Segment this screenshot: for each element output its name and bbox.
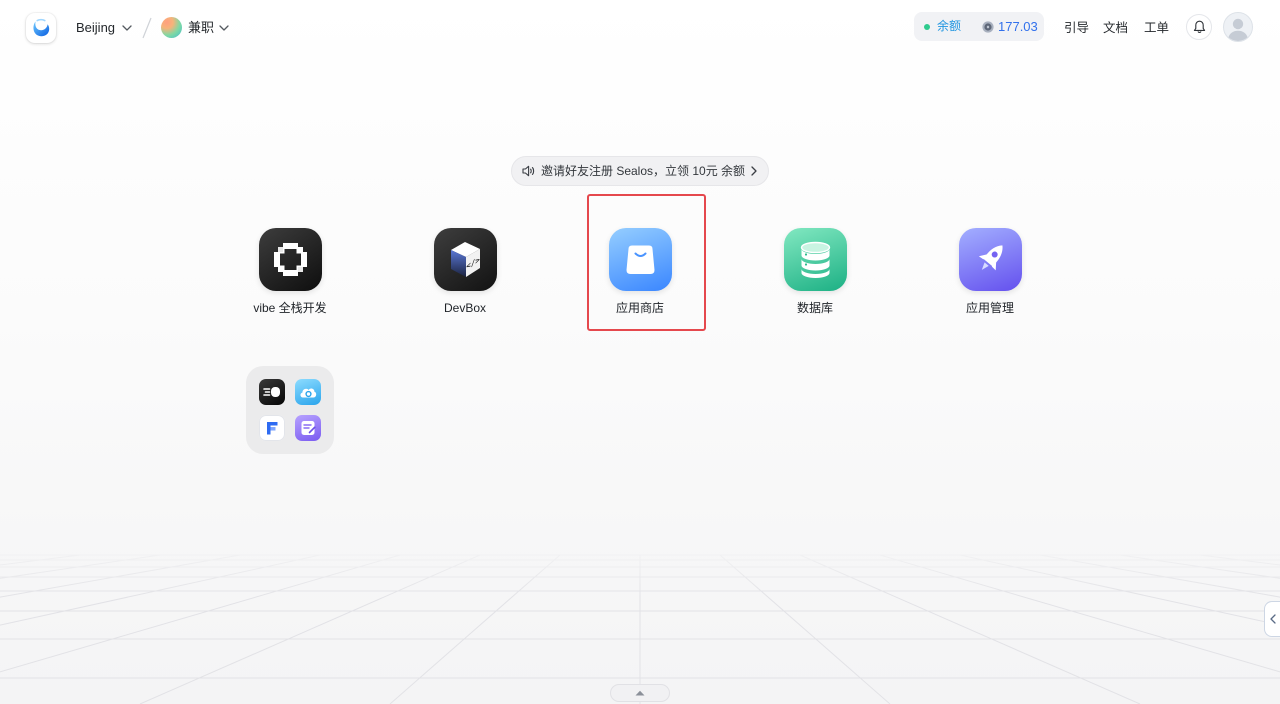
app-label: 数据库 [796,301,833,315]
balance-value: 177.03 [998,18,1038,34]
app-label: 应用管理 [965,301,1014,315]
app-label: DevBox [443,301,487,315]
speaker-icon [522,165,535,177]
workspace-avatar[interactable] [161,17,182,38]
sealos-logo[interactable] [26,13,56,43]
app-folder[interactable] [246,366,334,454]
vibe-icon [258,228,322,291]
dock-toggle[interactable] [610,684,670,702]
app-vibe[interactable]: vibe 全栈开发 [230,228,350,317]
cloud-icon [295,379,321,405]
app-launchpad-icon [958,228,1022,291]
region-selector[interactable]: Beijing [76,19,115,37]
announcement-text: 邀请好友注册 Sealos，立领 10元 余额 [541,164,746,178]
balance-badge[interactable]: 余额 177.03 [914,12,1044,41]
workspace-selector[interactable]: 兼职 [188,19,214,37]
caret-up-icon [635,690,645,696]
notifications-button[interactable] [1186,14,1212,40]
app-database[interactable]: 数据库 [755,228,875,317]
balance-label: 余额 [937,19,962,33]
app-devbox[interactable]: </> DevBox [405,228,525,317]
f-logo-icon [259,415,285,441]
app-store[interactable]: 应用商店 [580,194,706,331]
breadcrumb-divider [142,17,152,39]
app-label: 应用商店 [615,301,664,315]
user-avatar-icon [1227,18,1249,41]
app-launchpad[interactable]: 应用管理 [930,228,1050,317]
database-icon [783,228,847,291]
chevron-left-icon [1269,614,1276,624]
nav-tickets[interactable]: 工单 [1144,19,1169,37]
nav-docs[interactable]: 文档 [1103,19,1128,37]
status-dot [924,23,930,30]
sealos-logo-icon [33,18,50,37]
app-label: vibe 全栈开发 [253,301,327,315]
chevron-right-icon [751,166,757,176]
edit-doc-icon [295,415,321,441]
side-panel-toggle[interactable] [1264,601,1280,637]
chevron-down-icon[interactable] [219,25,229,31]
speed-icon [259,379,285,405]
floor-grid [0,554,1280,704]
app-store-icon [608,228,672,291]
chevron-down-icon[interactable] [122,25,132,31]
coin-icon [982,20,994,33]
nav-guide[interactable]: 引导 [1064,19,1089,37]
bell-icon [1193,20,1205,34]
user-avatar[interactable] [1223,12,1253,42]
announcement-banner[interactable]: 邀请好友注册 Sealos，立领 10元 余额 [511,156,769,186]
devbox-icon: </> [433,228,497,291]
